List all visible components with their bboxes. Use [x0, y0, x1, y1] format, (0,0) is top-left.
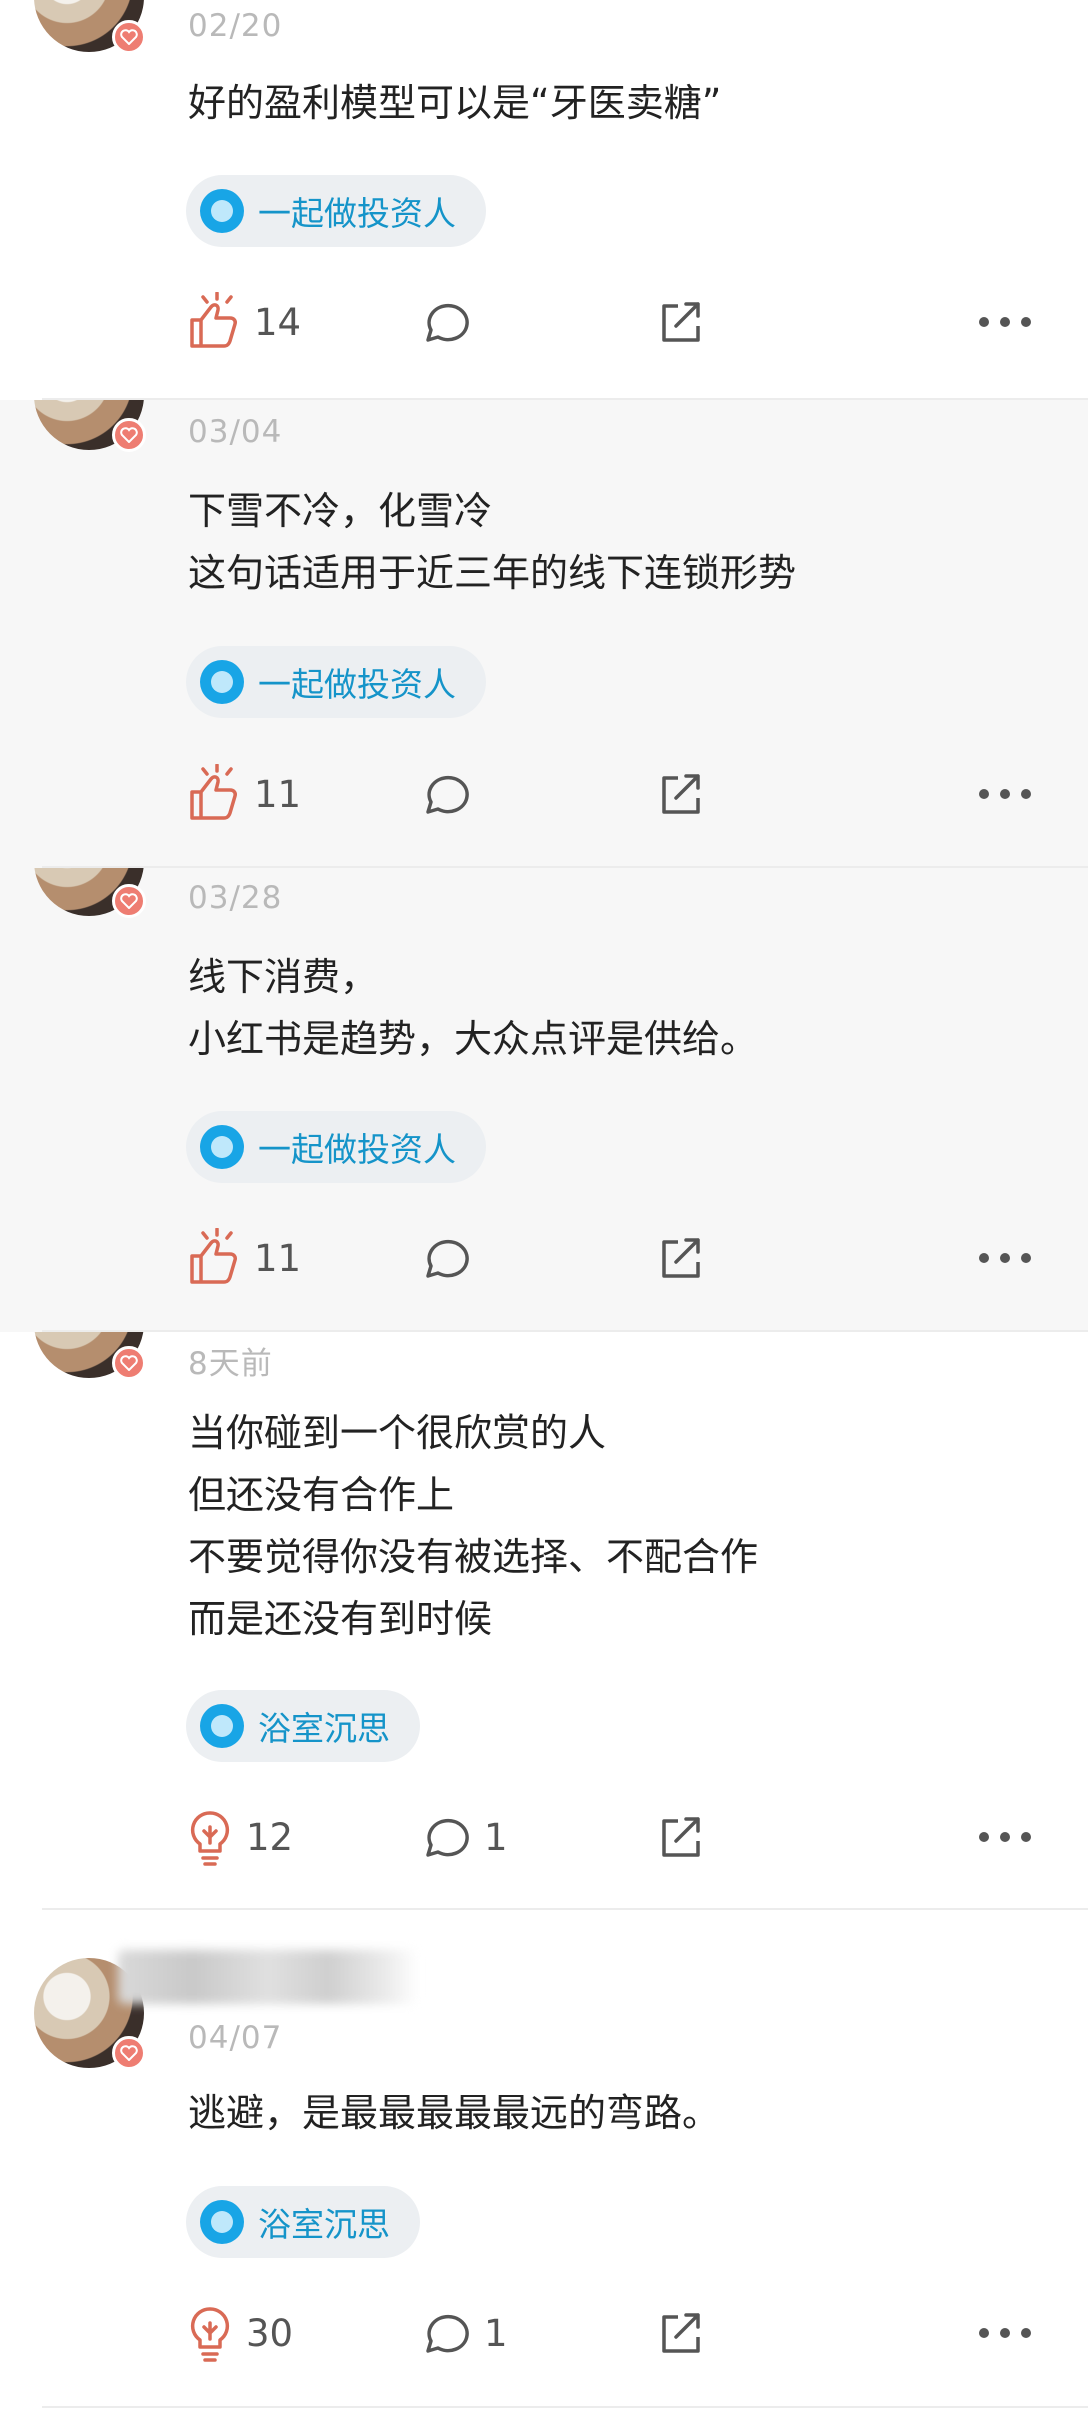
topic-icon: [200, 1704, 244, 1748]
like-button[interactable]: 11: [186, 759, 301, 829]
more-options-button[interactable]: [978, 1802, 1032, 1872]
comment-count: 1: [484, 1815, 508, 1859]
share-button[interactable]: [654, 287, 706, 357]
topic-icon: [200, 660, 244, 704]
comment-button[interactable]: [420, 1223, 484, 1293]
like-button[interactable]: 14: [186, 287, 301, 357]
post-content: 好的盈利模型可以是“牙医卖糖”: [188, 81, 722, 125]
post-card[interactable]: 02/20 好的盈利模型可以是“牙医卖糖” 一起做投资人 14: [0, 0, 1088, 400]
avatar[interactable]: [34, 1332, 146, 1380]
heart-badge-icon: [112, 20, 146, 54]
heart-badge-icon: [112, 418, 146, 452]
share-button[interactable]: [654, 1223, 706, 1293]
share-icon: [654, 768, 706, 820]
post-card[interactable]: 04/07 逃避，是最最最最最远的弯路。 浴室沉思 30 1: [0, 1910, 1088, 2420]
topic-label: 一起做投资人: [258, 194, 456, 233]
comment-bubble-icon: [420, 1232, 472, 1284]
post-date: 03/28: [188, 880, 283, 916]
heart-badge-icon: [112, 884, 146, 918]
topic-label: 浴室沉思: [258, 2205, 390, 2244]
lightbulb-icon: [186, 1807, 234, 1867]
share-icon: [654, 2307, 706, 2359]
post-card[interactable]: 03/28 线下消费， 小红书是趋势，大众点评是供给。 一起做投资人 11: [0, 868, 1088, 1332]
comment-bubble-icon: [420, 296, 472, 348]
topic-icon: [200, 1125, 244, 1169]
more-dots-icon: [978, 788, 1032, 800]
thumbs-up-icon: [186, 764, 242, 824]
heart-badge-icon: [112, 1346, 146, 1380]
more-options-button[interactable]: [978, 759, 1032, 829]
post-actions: 30 1: [0, 2298, 1088, 2368]
comment-bubble-icon: [420, 2307, 472, 2359]
comment-count: 1: [484, 2311, 508, 2355]
thumbs-up-icon: [186, 292, 242, 352]
post-divider: [42, 2406, 1088, 2408]
comment-button[interactable]: [420, 287, 484, 357]
more-dots-icon: [978, 1831, 1032, 1843]
topic-tag[interactable]: 一起做投资人: [186, 175, 486, 247]
thumbs-up-icon: [186, 1228, 242, 1288]
share-button[interactable]: [654, 1802, 706, 1872]
comment-bubble-icon: [420, 768, 472, 820]
more-options-button[interactable]: [978, 287, 1032, 357]
like-count: 14: [254, 300, 302, 344]
post-actions: 12 1: [0, 1802, 1088, 1872]
topic-tag[interactable]: 一起做投资人: [186, 646, 486, 718]
post-content: 当你碰到一个很欣赏的人 但还没有合作上 不要觉得你没有被选择、不配合作 而是还没…: [188, 1411, 759, 1641]
post-feed: 02/20 好的盈利模型可以是“牙医卖糖” 一起做投资人 14 03/04 下雪…: [0, 0, 1088, 2420]
comment-button[interactable]: 1: [420, 2298, 508, 2368]
post-date: 04/07: [188, 2020, 283, 2056]
topic-label: 一起做投资人: [258, 665, 456, 704]
avatar[interactable]: [34, 868, 146, 918]
heart-badge-icon: [112, 2036, 146, 2070]
like-count: 11: [254, 772, 302, 816]
post-date: 02/20: [188, 8, 283, 44]
topic-tag[interactable]: 一起做投资人: [186, 1111, 486, 1183]
post-actions: 14: [0, 287, 1088, 357]
topic-label: 一起做投资人: [258, 1130, 456, 1169]
more-dots-icon: [978, 316, 1032, 328]
comment-bubble-icon: [420, 1811, 472, 1863]
post-card[interactable]: 03/04 下雪不冷，化雪冷 这句话适用于近三年的线下连锁形势 一起做投资人 1…: [0, 400, 1088, 868]
share-icon: [654, 1232, 706, 1284]
share-icon: [654, 1811, 706, 1863]
comment-button[interactable]: 1: [420, 1802, 508, 1872]
like-count: 11: [254, 1236, 302, 1280]
post-date: 8天前: [188, 1346, 273, 1382]
topic-icon: [200, 189, 244, 233]
username-blurred[interactable]: [118, 1950, 418, 2004]
post-content: 逃避，是最最最最最远的弯路。: [188, 2091, 721, 2135]
post-card[interactable]: 8天前 当你碰到一个很欣赏的人 但还没有合作上 不要觉得你没有被选择、不配合作 …: [0, 1332, 1088, 1910]
post-actions: 11: [0, 1223, 1088, 1293]
topic-icon: [200, 2200, 244, 2244]
like-button[interactable]: 11: [186, 1223, 301, 1293]
like-count: 12: [246, 1815, 294, 1859]
share-button[interactable]: [654, 759, 706, 829]
avatar[interactable]: [34, 400, 146, 452]
topic-tag[interactable]: 浴室沉思: [186, 1690, 420, 1762]
topic-label: 浴室沉思: [258, 1709, 390, 1748]
more-options-button[interactable]: [978, 1223, 1032, 1293]
like-count: 30: [246, 2311, 294, 2355]
avatar[interactable]: [34, 0, 146, 54]
post-content: 线下消费， 小红书是趋势，大众点评是供给。: [188, 955, 759, 1061]
more-dots-icon: [978, 2327, 1032, 2339]
post-date: 03/04: [188, 414, 283, 450]
more-dots-icon: [978, 1252, 1032, 1264]
topic-tag[interactable]: 浴室沉思: [186, 2186, 420, 2258]
post-content: 下雪不冷，化雪冷 这句话适用于近三年的线下连锁形势: [188, 489, 797, 595]
more-options-button[interactable]: [978, 2298, 1032, 2368]
lightbulb-icon: [186, 2303, 234, 2363]
like-button[interactable]: 30: [186, 2298, 293, 2368]
comment-button[interactable]: [420, 759, 484, 829]
like-button[interactable]: 12: [186, 1802, 293, 1872]
post-actions: 11: [0, 759, 1088, 829]
share-button[interactable]: [654, 2298, 706, 2368]
share-icon: [654, 296, 706, 348]
